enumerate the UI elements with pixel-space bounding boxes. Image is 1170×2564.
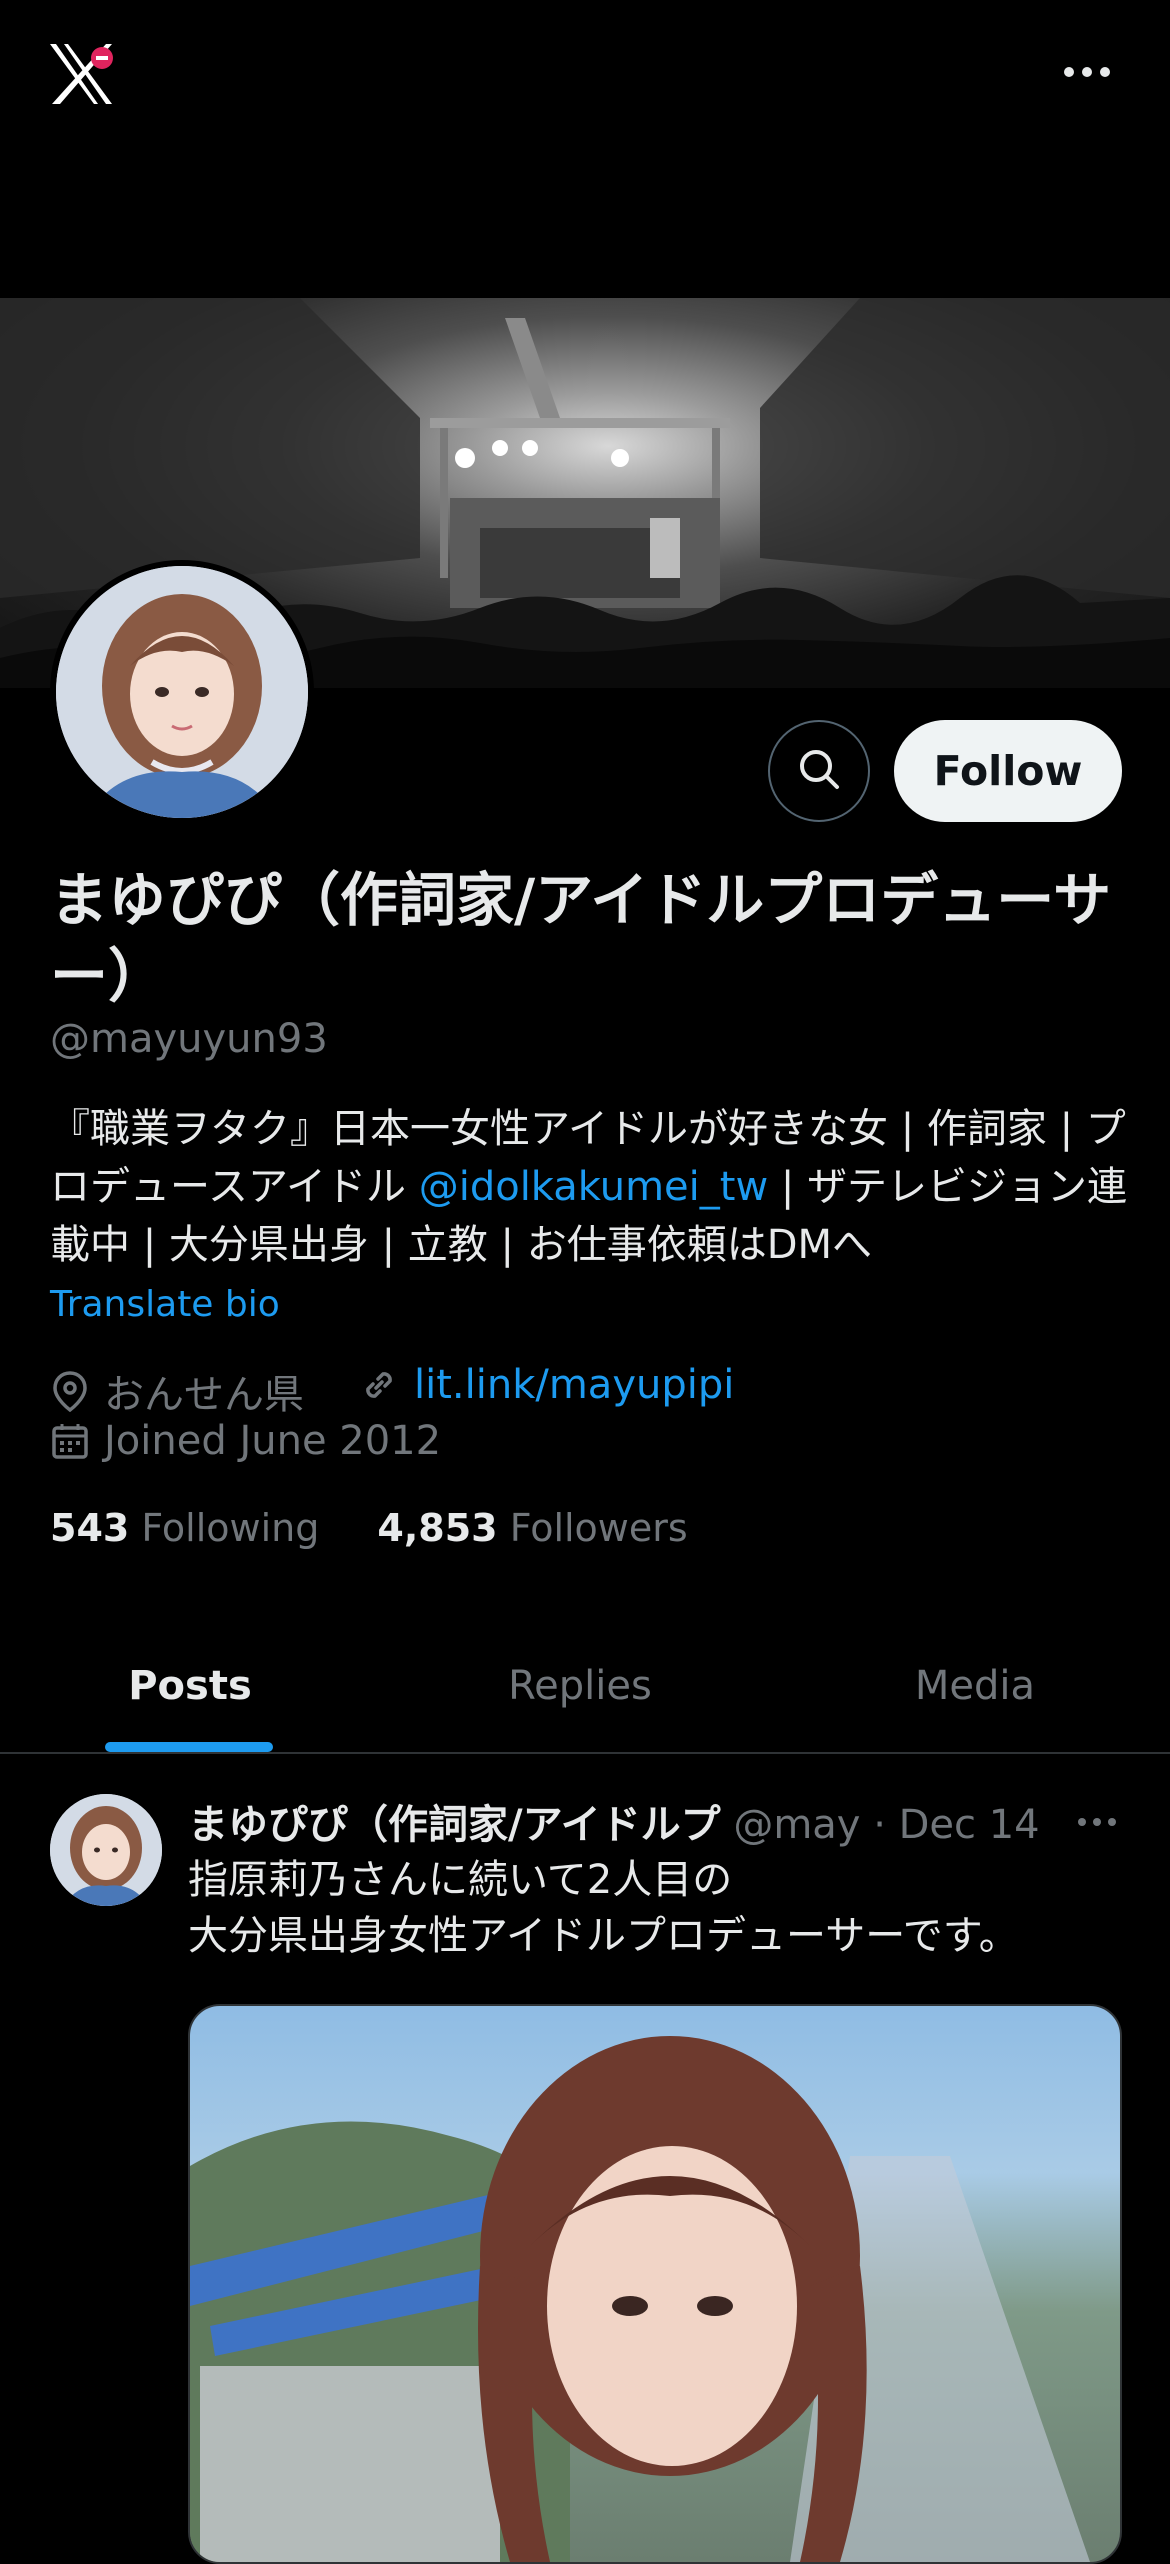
followers-count: 4,853 — [377, 1506, 498, 1550]
post-header: まゆぴぴ（作詞家/アイドルプ @may · Dec 14 — [188, 1792, 1128, 1850]
website-link[interactable]: lit.link/mayupipi — [414, 1362, 734, 1408]
post-author-avatar[interactable] — [50, 1794, 162, 1906]
follow-button[interactable]: Follow — [894, 720, 1122, 822]
top-bar — [0, 0, 1170, 298]
follow-counts: 543 Following 4,853 Followers — [50, 1506, 688, 1550]
followers-label: Followers — [509, 1506, 688, 1550]
link-icon — [366, 1372, 392, 1398]
tab-media[interactable]: Media — [780, 1620, 1170, 1752]
post-handle-date[interactable]: @may · Dec 14 — [721, 1802, 1039, 1848]
profile-display-name: まゆぴぴ（作詞家/アイドルプロデューサー） — [50, 866, 1112, 1010]
location-pin-icon — [53, 1371, 87, 1413]
tab-posts[interactable]: Posts — [0, 1620, 380, 1752]
following-count: 543 — [50, 1506, 130, 1550]
following-label: Following — [141, 1506, 320, 1550]
active-tab-indicator — [105, 1742, 273, 1752]
post-more-icon[interactable] — [1072, 1804, 1122, 1840]
post-media-image[interactable] — [188, 2004, 1122, 2564]
post-text-line: 指原莉乃さんに続いて2人目の — [188, 1857, 733, 1903]
following-count-link[interactable]: 543 Following — [50, 1506, 319, 1550]
profile-avatar[interactable] — [50, 560, 314, 824]
profile-handle: @mayuyun93 — [50, 1016, 328, 1062]
x-logo-icon[interactable] — [46, 38, 118, 110]
translate-bio-link[interactable]: Translate bio — [50, 1284, 280, 1325]
calendar-icon — [52, 1424, 88, 1459]
post-text-line: 大分県出身女性アイドルプロデューサーです。 — [188, 1913, 1019, 1959]
bio-mention-link[interactable]: @idolkakumei_tw — [419, 1164, 768, 1210]
profile-website[interactable]: lit.link/mayupipi — [358, 1362, 734, 1408]
search-posts-button[interactable] — [768, 720, 870, 822]
tab-replies[interactable]: Replies — [380, 1620, 780, 1752]
post-text: 指原莉乃さんに続いて2人目の 大分県出身女性アイドルプロデューサーです。 — [188, 1852, 1148, 1964]
location-text: おんせん県 — [104, 1372, 304, 1418]
followers-count-link[interactable]: 4,853 Followers — [377, 1506, 687, 1550]
search-icon — [795, 745, 843, 797]
profile-joined-date: Joined June 2012 — [50, 1418, 441, 1464]
profile-location: おんせん県 — [50, 1362, 304, 1420]
joined-text: Joined June 2012 — [104, 1418, 442, 1464]
more-options-icon[interactable] — [1055, 48, 1119, 96]
post-author-name[interactable]: まゆぴぴ（作詞家/アイドルプ — [188, 1802, 721, 1848]
profile-bio: 『職業ヲタク』日本一女性アイドルが好きな女 | 作詞家 | プロデュースアイドル… — [50, 1100, 1140, 1274]
profile-tabs: Posts Replies Media — [0, 1620, 1170, 1754]
